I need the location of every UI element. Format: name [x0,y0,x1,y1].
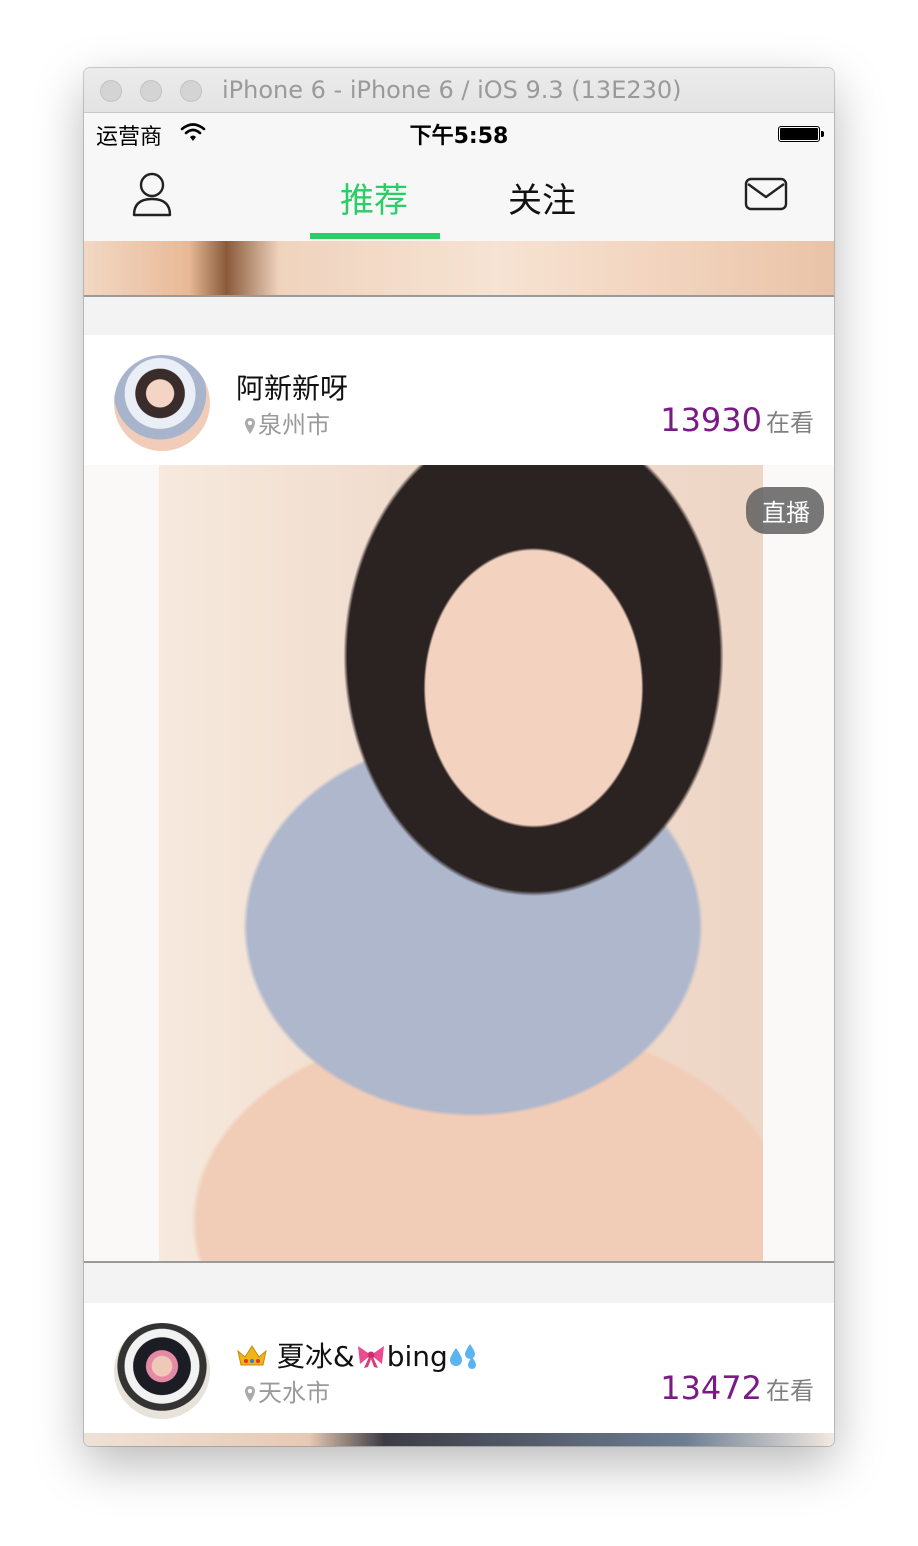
sweat-drops-icon [449,1344,476,1369]
stream-card-header[interactable]: 👑 夏冰& 🎀bing 💦 天水市 13472在看 [84,1303,834,1433]
location-text: 天水市 [258,1379,330,1407]
tab-recommend[interactable]: 推荐 [340,173,408,222]
location-pin-icon [245,1386,255,1402]
previous-stream-photo[interactable] [84,241,834,297]
battery-icon [778,126,824,142]
avatar[interactable] [114,1323,210,1419]
name-text: 夏冰& [276,1340,355,1373]
name-suffix: bing [386,1340,448,1373]
streamer-location: 泉州市 [244,405,330,440]
location-text: 泉州市 [258,411,330,439]
viewer-label: 在看 [766,409,814,437]
viewer-info: 13930 在看 [660,401,814,439]
window-title: iPhone 6 - iPhone 6 / iOS 9.3 (13E230) [222,76,682,104]
simulator-window: iPhone 6 - iPhone 6 / iOS 9.3 (13E230) 运… [84,68,834,1446]
streamer-location: 天水市 [244,1373,330,1408]
window-titlebar: iPhone 6 - iPhone 6 / iOS 9.3 (13E230) [84,68,834,113]
stream-cover[interactable]: 直播 [84,465,834,1261]
location-pin-icon [245,418,255,434]
viewer-info: 13472 在看 [660,1369,814,1407]
feed-separator [84,1261,834,1303]
viewer-label: 在看 [766,1377,814,1405]
live-feed-list[interactable]: 阿新新呀 泉州市 13930在看 直播 👑 [84,241,834,1446]
minimize-window-button[interactable] [140,80,162,102]
next-stream-cover[interactable] [84,1433,834,1446]
streamer-name: 阿新新呀 [236,372,349,405]
user-profile-icon[interactable] [132,171,172,217]
ribbon-icon [357,1346,384,1368]
viewer-count: 13930 [660,401,762,439]
active-tab-indicator [310,233,440,239]
avatar[interactable] [114,355,210,451]
live-badge: 直播 [746,487,824,534]
viewer-count: 13472 [660,1369,762,1407]
top-nav-bar: 推荐 关注 [84,153,834,242]
feed-separator [84,297,834,335]
mail-icon[interactable] [744,177,788,211]
tab-follow[interactable]: 关注 [508,173,576,222]
status-time: 下午5:58 [409,124,509,149]
streamer-name: 👑 夏冰& 🎀bing 💦 [236,1335,480,1375]
ios-status-bar: 运营商 下午5:58 [84,113,834,153]
crown-icon [237,1345,267,1366]
stream-cover-photo[interactable] [159,465,763,1261]
stream-card-header[interactable]: 阿新新呀 泉州市 13930 在看 [84,335,834,465]
zoom-window-button[interactable] [180,80,202,102]
close-window-button[interactable] [100,80,122,102]
